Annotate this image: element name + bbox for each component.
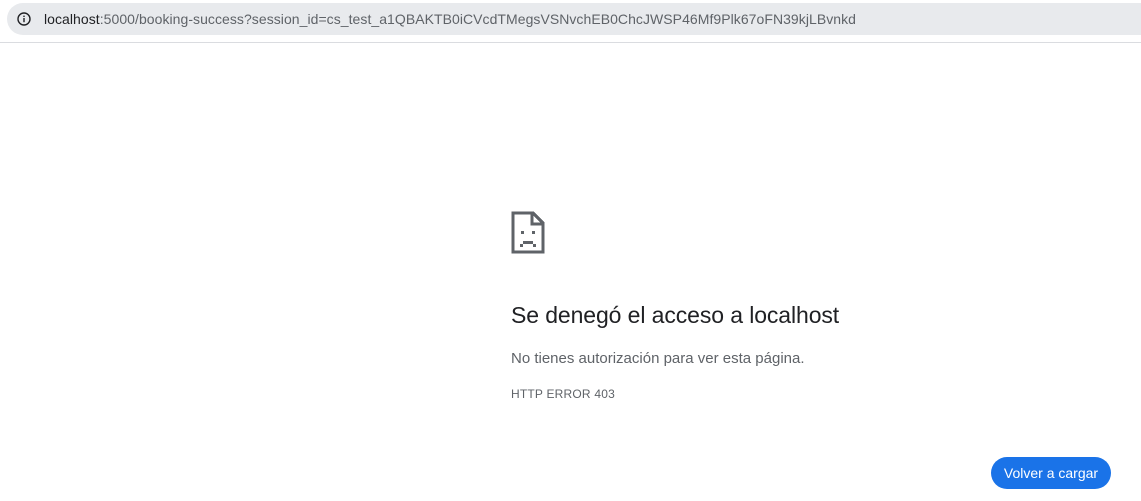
sad-page-icon [511,211,545,254]
address-bar[interactable]: localhost:5000/booking-success?session_i… [7,3,1141,35]
toolbar-divider [0,42,1141,43]
url-host: localhost [44,11,100,27]
browser-toolbar: localhost:5000/booking-success?session_i… [0,0,1141,42]
error-code: HTTP ERROR 403 [511,387,615,401]
reload-button[interactable]: Volver a cargar [991,457,1111,489]
error-message: No tienes autorización para ver esta pág… [511,350,805,367]
error-title: Se denegó el acceso a localhost [511,302,840,328]
url-text[interactable]: localhost:5000/booking-success?session_i… [44,11,856,27]
url-path: :5000/booking-success?session_id=cs_test… [99,11,856,27]
info-icon[interactable] [17,12,31,26]
